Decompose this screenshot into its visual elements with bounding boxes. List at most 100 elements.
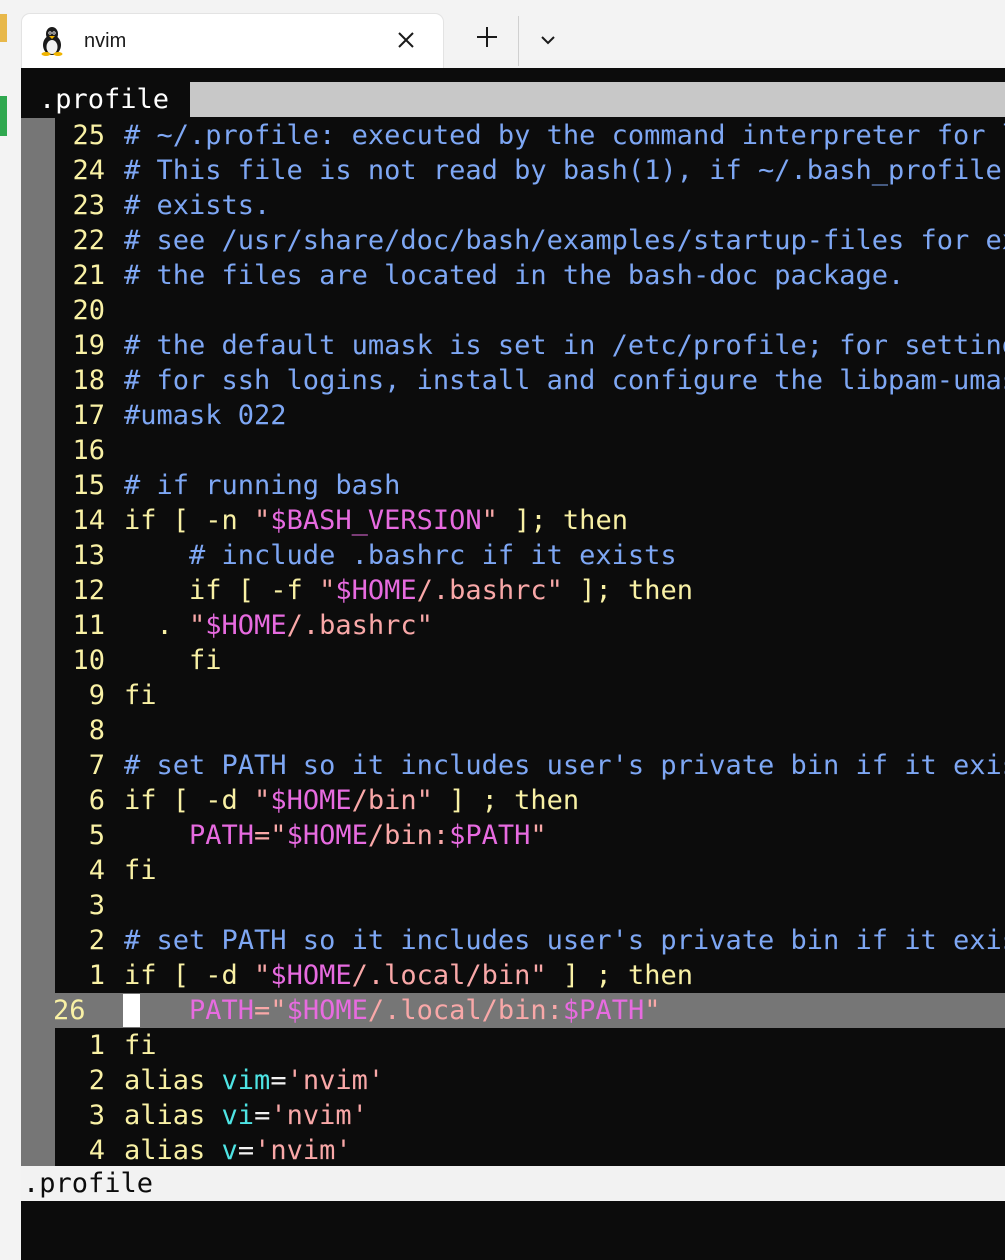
code-token: =	[254, 1100, 271, 1131]
code-line[interactable]: 18 # for ssh logins, install and configur…	[21, 363, 1005, 398]
code-token: if [ -d	[124, 785, 255, 816]
code-token: # This file is not read by bash(1), if ~…	[124, 155, 1002, 186]
cursor-line[interactable]: 26 PATH="$HOME/.local/bin:$PATH"	[21, 993, 1005, 1028]
statusline: .profile	[21, 1166, 1005, 1201]
linux-penguin-icon	[41, 27, 63, 56]
tabline-fill	[190, 82, 1005, 117]
code-token: $HOME	[335, 575, 417, 606]
code-token: "	[189, 610, 206, 641]
tab-separator	[518, 16, 519, 66]
code-line[interactable]: 15 # if running bash	[21, 468, 1005, 503]
edge-accent-yellow	[0, 14, 7, 42]
code-line[interactable]: 17 #umask 022	[21, 398, 1005, 433]
line-number: 13	[72, 540, 105, 571]
line-number: 9	[88, 680, 105, 711]
plus-icon[interactable]	[472, 22, 502, 52]
code-line[interactable]: 1 if [ -d "$HOME/.local/bin" ] ; then	[21, 958, 1005, 993]
line-number: 3	[88, 890, 105, 921]
tab-nvim[interactable]: nvim	[22, 14, 443, 68]
code-token: alias	[124, 1065, 222, 1096]
line-code: # the default umask is set in /etc/profi…	[124, 328, 1005, 363]
code-line[interactable]: 14 if [ -n "$BASH_VERSION" ]; then	[21, 503, 1005, 538]
code-token: /bin:	[367, 820, 450, 851]
code-line[interactable]: 7 # set PATH so it includes user's privat…	[21, 748, 1005, 783]
line-code: # the files are located in the bash-doc …	[124, 258, 904, 293]
code-token: fi	[124, 645, 222, 676]
code-line[interactable]: 23 # exists.	[21, 188, 1005, 223]
line-number: 25	[72, 120, 105, 151]
code-line[interactable]: 3 alias vi='nvim'	[21, 1098, 1005, 1133]
code-line[interactable]: 25 # ~/.profile: executed by the command …	[21, 118, 1005, 153]
line-code: if [ -f "$HOME/.bashrc" ]; then	[124, 573, 693, 608]
line-number: 26	[53, 995, 86, 1026]
code-token: =	[270, 1065, 287, 1096]
line-code: fi	[124, 1028, 157, 1063]
line-number: 1	[88, 1030, 105, 1061]
line-number: 17	[72, 400, 105, 431]
code-token: # ~/.profile: executed by the command in…	[124, 120, 1005, 151]
line-code: fi	[124, 853, 157, 888]
chevron-down-icon[interactable]	[536, 28, 560, 52]
code-token: # the files are located in the bash-doc …	[124, 260, 905, 291]
code-token: vim	[221, 1065, 271, 1096]
line-code: fi	[124, 643, 222, 678]
line-number: 11	[72, 610, 105, 641]
code-line[interactable]: 6 if [ -d "$HOME/bin" ] ; then	[21, 783, 1005, 818]
code-line[interactable]: 11 . "$HOME/.bashrc"	[21, 608, 1005, 643]
code-token: # set PATH so it includes user's private…	[124, 750, 1005, 781]
code-line[interactable]: 16	[21, 433, 1005, 468]
code-token: /bin"	[351, 785, 433, 816]
code-token: fi	[124, 680, 157, 711]
code-line[interactable]: 12 if [ -f "$HOME/.bashrc" ]; then	[21, 573, 1005, 608]
code-line[interactable]: 9 fi	[21, 678, 1005, 713]
code-token: alias	[124, 1100, 222, 1131]
code-line[interactable]: 20	[21, 293, 1005, 328]
line-number: 2	[88, 925, 105, 956]
code-line[interactable]: 21 # the files are located in the bash-do…	[21, 258, 1005, 293]
statusline-filename: .profile	[23, 1168, 154, 1199]
code-token: v	[221, 1135, 238, 1166]
code-token: 'nvim'	[254, 1135, 352, 1166]
line-number: 1	[88, 960, 105, 991]
code-token: # exists.	[124, 190, 271, 221]
code-line[interactable]: 1 fi	[21, 1028, 1005, 1063]
line-code: # set PATH so it includes user's private…	[124, 923, 1005, 958]
line-number: 16	[72, 435, 105, 466]
code-token: ] ; then	[546, 960, 693, 991]
line-number: 6	[88, 785, 105, 816]
code-token: fi	[124, 1030, 157, 1061]
code-token: ="	[254, 820, 287, 851]
code-line[interactable]: 2 alias vim='nvim'	[21, 1063, 1005, 1098]
nvim-tabline: .profile	[21, 82, 1005, 117]
terminal-pane[interactable]: .profile 25 # ~/.profile: executed by the…	[21, 68, 1005, 1260]
code-line[interactable]: 10 fi	[21, 643, 1005, 678]
line-code: # see /usr/share/doc/bash/examples/start…	[124, 223, 1005, 258]
code-line[interactable]: 5 PATH="$HOME/bin:$PATH"	[21, 818, 1005, 853]
code-token: ]; then	[562, 575, 693, 606]
code-line[interactable]: 4 alias v='nvim'	[21, 1133, 1005, 1168]
code-token: "	[319, 575, 336, 606]
code-token: alias	[124, 1135, 222, 1166]
code-line[interactable]: 24 # This file is not read by bash(1), if…	[21, 153, 1005, 188]
code-line[interactable]: 2 # set PATH so it includes user's privat…	[21, 923, 1005, 958]
close-icon[interactable]	[394, 28, 418, 52]
code-line[interactable]: 8	[21, 713, 1005, 748]
line-number: 24	[72, 155, 105, 186]
tabline-buffer-name[interactable]: .profile	[21, 82, 190, 117]
code-line[interactable]: 19 # the default umask is set in /etc/pro…	[21, 328, 1005, 363]
code-line[interactable]: 22 # see /usr/share/doc/bash/examples/sta…	[21, 223, 1005, 258]
line-number: 10	[72, 645, 105, 676]
line-code: fi	[124, 678, 157, 713]
line-number: 3	[88, 1100, 105, 1131]
code-token: "	[254, 960, 271, 991]
code-token: "	[254, 505, 271, 536]
line-code: # if running bash	[124, 468, 400, 503]
code-line[interactable]: 3	[21, 888, 1005, 923]
code-line[interactable]: 13 # include .bashrc if it exists	[21, 538, 1005, 573]
line-code: . "$HOME/.bashrc"	[124, 608, 433, 643]
line-code: # for ssh logins, install and configure …	[124, 363, 1005, 398]
code-token: "	[530, 820, 547, 851]
code-token: $HOME	[270, 785, 352, 816]
line-number: 12	[72, 575, 105, 606]
code-line[interactable]: 4 fi	[21, 853, 1005, 888]
